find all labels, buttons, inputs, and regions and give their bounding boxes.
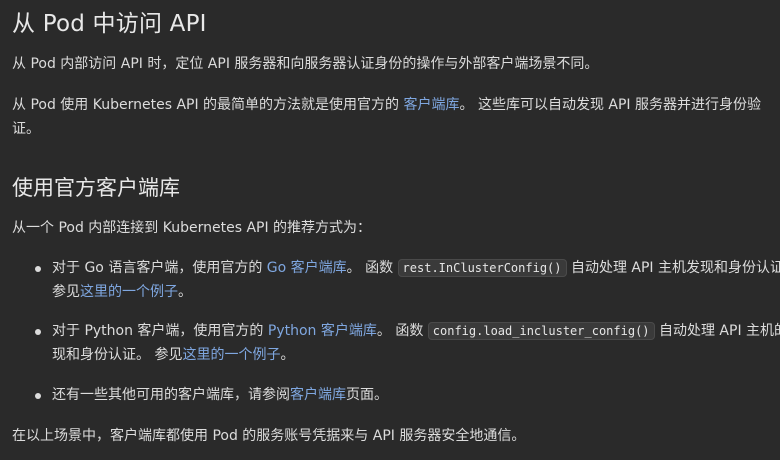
intro2-text-before: 从 Pod 使用 Kubernetes API 的最简单的方法就是使用官方的 xyxy=(12,97,404,113)
code-inclusterconfig: rest.InClusterConfig() xyxy=(397,259,567,277)
bullet-icon xyxy=(35,329,41,335)
item-text: 对于 Go 语言客户端，使用官方的 xyxy=(52,260,267,276)
outro-paragraph: 在以上场景中，客户端库都使用 Pod 的服务账号凭据来与 API 服务器安全地通… xyxy=(12,428,526,444)
page-title: 从 Pod 中访问 API xyxy=(12,11,207,37)
list-item-other: 还有一些其他可用的客户端库，请参阅客户端库页面。 xyxy=(12,383,780,407)
section-intro: 从一个 Pod 内部连接到 Kubernetes API 的推荐方式为： xyxy=(12,220,372,236)
item-text: 页面。 xyxy=(346,387,388,403)
section-title: 使用官方客户端库 xyxy=(12,176,180,200)
item-text: 还有一些其他可用的客户端库，请参阅 xyxy=(52,387,290,403)
python-client-link[interactable]: Python 客户端库 xyxy=(268,323,377,339)
item-text: 对于 Python 客户端，使用官方的 xyxy=(52,323,268,339)
python-example-link[interactable]: 这里的一个例子 xyxy=(182,347,280,363)
doc-page: 从 Pod 中访问 API 从 Pod 内部访问 API 时，定位 API 服务… xyxy=(0,0,780,460)
item-text: 。 xyxy=(280,347,295,363)
go-example-link[interactable]: 这里的一个例子 xyxy=(80,284,178,300)
item-text: 。 函数 xyxy=(346,260,398,276)
go-client-link[interactable]: Go 客户端库 xyxy=(267,260,347,276)
list-item-go: 对于 Go 语言客户端，使用官方的 Go 客户端库。 函数 rest.InClu… xyxy=(12,256,780,304)
bullet-icon xyxy=(35,393,41,399)
bullet-icon xyxy=(35,266,41,272)
item-text: 。 xyxy=(178,284,192,300)
intro-paragraph-1: 从 Pod 内部访问 API 时，定位 API 服务器和向服务器认证身份的操作与… xyxy=(12,56,599,72)
intro-paragraph-2: 从 Pod 使用 Kubernetes API 的最简单的方法就是使用官方的 客… xyxy=(12,93,772,141)
client-libraries-page-link[interactable]: 客户端库 xyxy=(290,387,346,403)
client-libraries-link[interactable]: 客户端库 xyxy=(404,97,460,113)
code-load-incluster-config: config.load_incluster_config() xyxy=(427,322,655,340)
item-text: 。 函数 xyxy=(376,323,428,339)
list-item-python: 对于 Python 客户端，使用官方的 Python 客户端库。 函数 conf… xyxy=(12,319,780,367)
